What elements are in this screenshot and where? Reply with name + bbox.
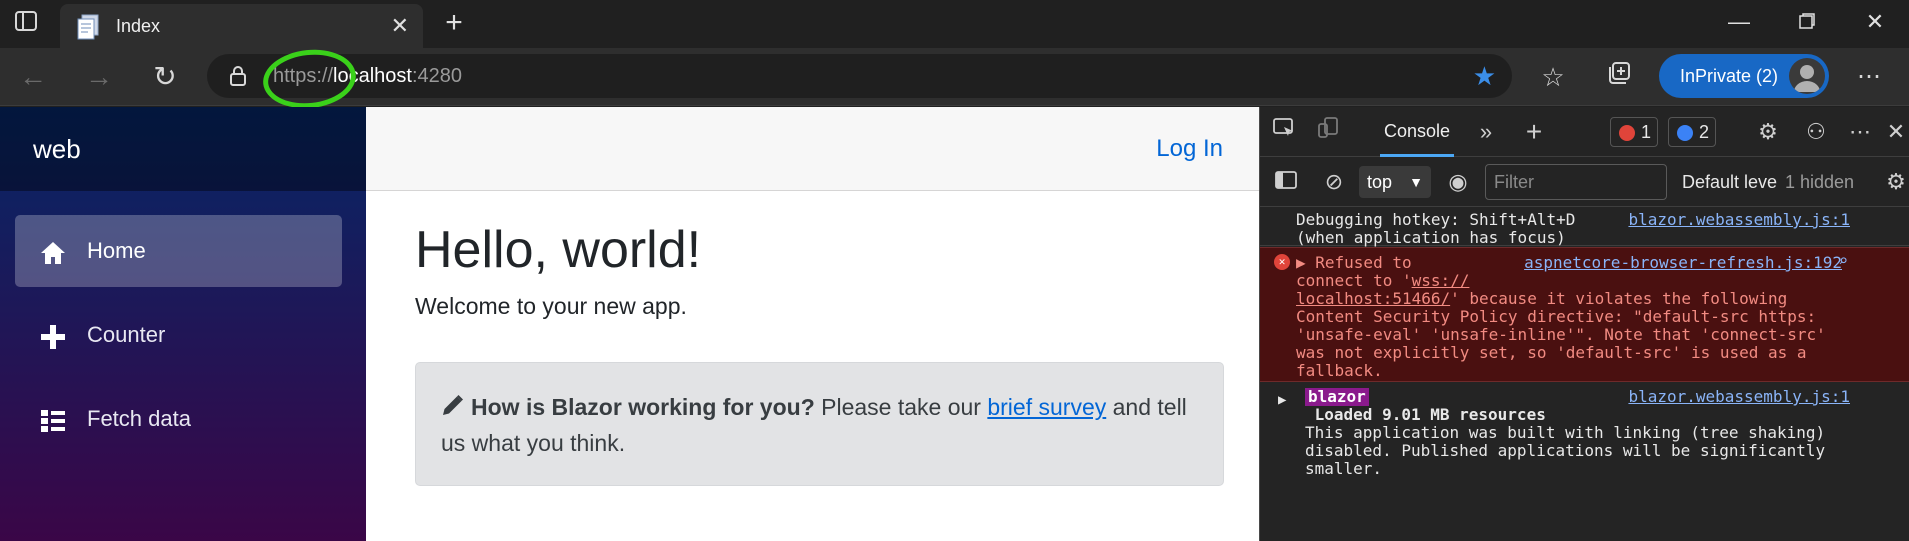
source-link[interactable]: blazor.webassembly.js:1 bbox=[1628, 211, 1850, 229]
console-message: Debugging hotkey: Shift+Alt+D (when appl… bbox=[1260, 208, 1909, 247]
close-window-button[interactable]: ✕ bbox=[1840, 0, 1909, 44]
hidden-count: 1 hidden bbox=[1785, 172, 1855, 192]
favorite-star-icon[interactable]: ★ bbox=[1473, 54, 1496, 98]
sidebar-item-label: Home bbox=[87, 238, 146, 263]
home-icon bbox=[39, 215, 67, 287]
console-settings-gear-icon[interactable]: ⚙ bbox=[1876, 157, 1909, 207]
plus-icon bbox=[39, 299, 67, 371]
source-link[interactable]: aspnetcore-browser-refresh.js:192 bbox=[1524, 254, 1842, 272]
context-select[interactable]: top ▼ bbox=[1359, 166, 1431, 198]
search-icon[interactable]: ⌕ bbox=[1838, 252, 1848, 270]
list-icon bbox=[39, 383, 67, 455]
sidebar-toggle-icon[interactable] bbox=[1266, 157, 1306, 207]
close-devtools-icon[interactable]: ✕ bbox=[1876, 107, 1909, 157]
back-arrow-icon[interactable]: ← bbox=[8, 48, 58, 106]
devtools-panel: Console » + 1 2 ⚙ ⚇ ⋯ ✕ ⊘ top ▼ ◉ Filter … bbox=[1259, 107, 1909, 541]
favorites-icon[interactable]: ☆ bbox=[1528, 48, 1578, 106]
sidebar-item-label: Fetch data bbox=[87, 406, 191, 431]
message-icon bbox=[1677, 125, 1693, 141]
error-icon bbox=[1619, 125, 1635, 141]
sidebar: web Home Counter Fetch data bbox=[0, 107, 366, 541]
top-row: Log In bbox=[366, 107, 1259, 191]
console-error-message: ✕ ▶ Refused to connect to 'wss:// localh… bbox=[1260, 247, 1909, 382]
tab-actions-icon[interactable] bbox=[0, 0, 52, 48]
maximize-button[interactable] bbox=[1772, 0, 1842, 44]
page-icon bbox=[77, 14, 99, 40]
pencil-icon bbox=[441, 389, 471, 425]
log-level-select[interactable]: Default leve bbox=[1682, 157, 1777, 207]
inspect-icon[interactable] bbox=[1264, 107, 1304, 157]
browser-tab[interactable]: Index ✕ bbox=[60, 4, 423, 48]
add-tab-icon[interactable]: + bbox=[1514, 107, 1554, 157]
more-tabs-icon[interactable]: » bbox=[1466, 107, 1506, 157]
live-expression-eye-icon[interactable]: ◉ bbox=[1438, 157, 1478, 207]
sidebar-item-counter[interactable]: Counter bbox=[15, 299, 342, 371]
customize-icon[interactable]: ⚇ bbox=[1796, 107, 1836, 157]
lock-icon[interactable] bbox=[229, 65, 247, 87]
survey-alert: How is Blazor working for you? Please ta… bbox=[415, 362, 1224, 486]
survey-question: How is Blazor working for you? bbox=[471, 394, 815, 420]
error-count-badge[interactable]: 1 bbox=[1610, 117, 1659, 147]
chevron-down-icon: ▼ bbox=[1409, 174, 1423, 190]
devtools-tabbar: Console » + 1 2 ⚙ ⚇ ⋯ ✕ bbox=[1260, 107, 1909, 157]
source-link[interactable]: blazor.webassembly.js:1 bbox=[1628, 388, 1850, 406]
minimize-button[interactable]: — bbox=[1704, 0, 1774, 44]
avatar bbox=[1789, 58, 1825, 94]
console-message: ▶ blazor Loaded 9.01 MB resources This a… bbox=[1260, 384, 1909, 494]
page-title: Hello, world! bbox=[415, 221, 702, 279]
inprivate-button[interactable]: InPrivate (2) bbox=[1659, 54, 1829, 98]
tab-console[interactable]: Console bbox=[1372, 107, 1462, 157]
console-toolbar: ⊘ top ▼ ◉ Filter Default leve 1 hidden ⚙ bbox=[1260, 157, 1909, 207]
console-output: Debugging hotkey: Shift+Alt+D (when appl… bbox=[1260, 208, 1909, 541]
error-icon: ✕ bbox=[1274, 254, 1290, 270]
info-count-badge[interactable]: 2 bbox=[1668, 117, 1717, 147]
welcome-text: Welcome to your new app. bbox=[415, 293, 687, 319]
refresh-icon[interactable]: ↻ bbox=[140, 48, 190, 106]
brand-title[interactable]: web bbox=[0, 107, 366, 191]
clear-console-icon[interactable]: ⊘ bbox=[1314, 157, 1354, 207]
console-text: ▶ Refused to connect to 'wss:// localhos… bbox=[1296, 253, 1826, 380]
forward-arrow-icon[interactable]: → bbox=[74, 48, 124, 106]
tab-title: Index bbox=[116, 16, 161, 36]
gear-icon[interactable]: ⚙ bbox=[1748, 107, 1788, 157]
collections-icon[interactable] bbox=[1594, 48, 1644, 106]
device-emulation-icon[interactable] bbox=[1308, 107, 1348, 157]
login-link[interactable]: Log In bbox=[1156, 107, 1223, 191]
filter-input[interactable]: Filter bbox=[1485, 164, 1667, 200]
close-tab-icon[interactable]: ✕ bbox=[391, 4, 409, 48]
inprivate-label: InPrivate (2) bbox=[1680, 66, 1779, 86]
main-content: Log In Hello, world! Welcome to your new… bbox=[366, 107, 1259, 541]
sidebar-item-label: Counter bbox=[87, 322, 166, 347]
more-options-icon[interactable]: ⋯ bbox=[1844, 48, 1894, 106]
blazor-badge: blazor bbox=[1305, 388, 1369, 406]
new-tab-button[interactable]: + bbox=[432, 0, 476, 46]
sidebar-item-home[interactable]: Home bbox=[15, 215, 342, 287]
survey-text: Please take our bbox=[814, 394, 988, 420]
console-text: Debugging hotkey: Shift+Alt+D (when appl… bbox=[1296, 210, 1576, 247]
brief-survey-link[interactable]: brief survey bbox=[987, 394, 1106, 420]
more-options-icon[interactable]: ⋯ bbox=[1840, 107, 1880, 157]
title-bar: Index ✕ + — ✕ bbox=[0, 0, 1909, 48]
expand-arrow-icon[interactable]: ▶ bbox=[1278, 391, 1286, 409]
address-bar[interactable]: https://localhost:4280 ★ bbox=[207, 54, 1512, 98]
sidebar-item-fetch-data[interactable]: Fetch data bbox=[15, 383, 342, 455]
